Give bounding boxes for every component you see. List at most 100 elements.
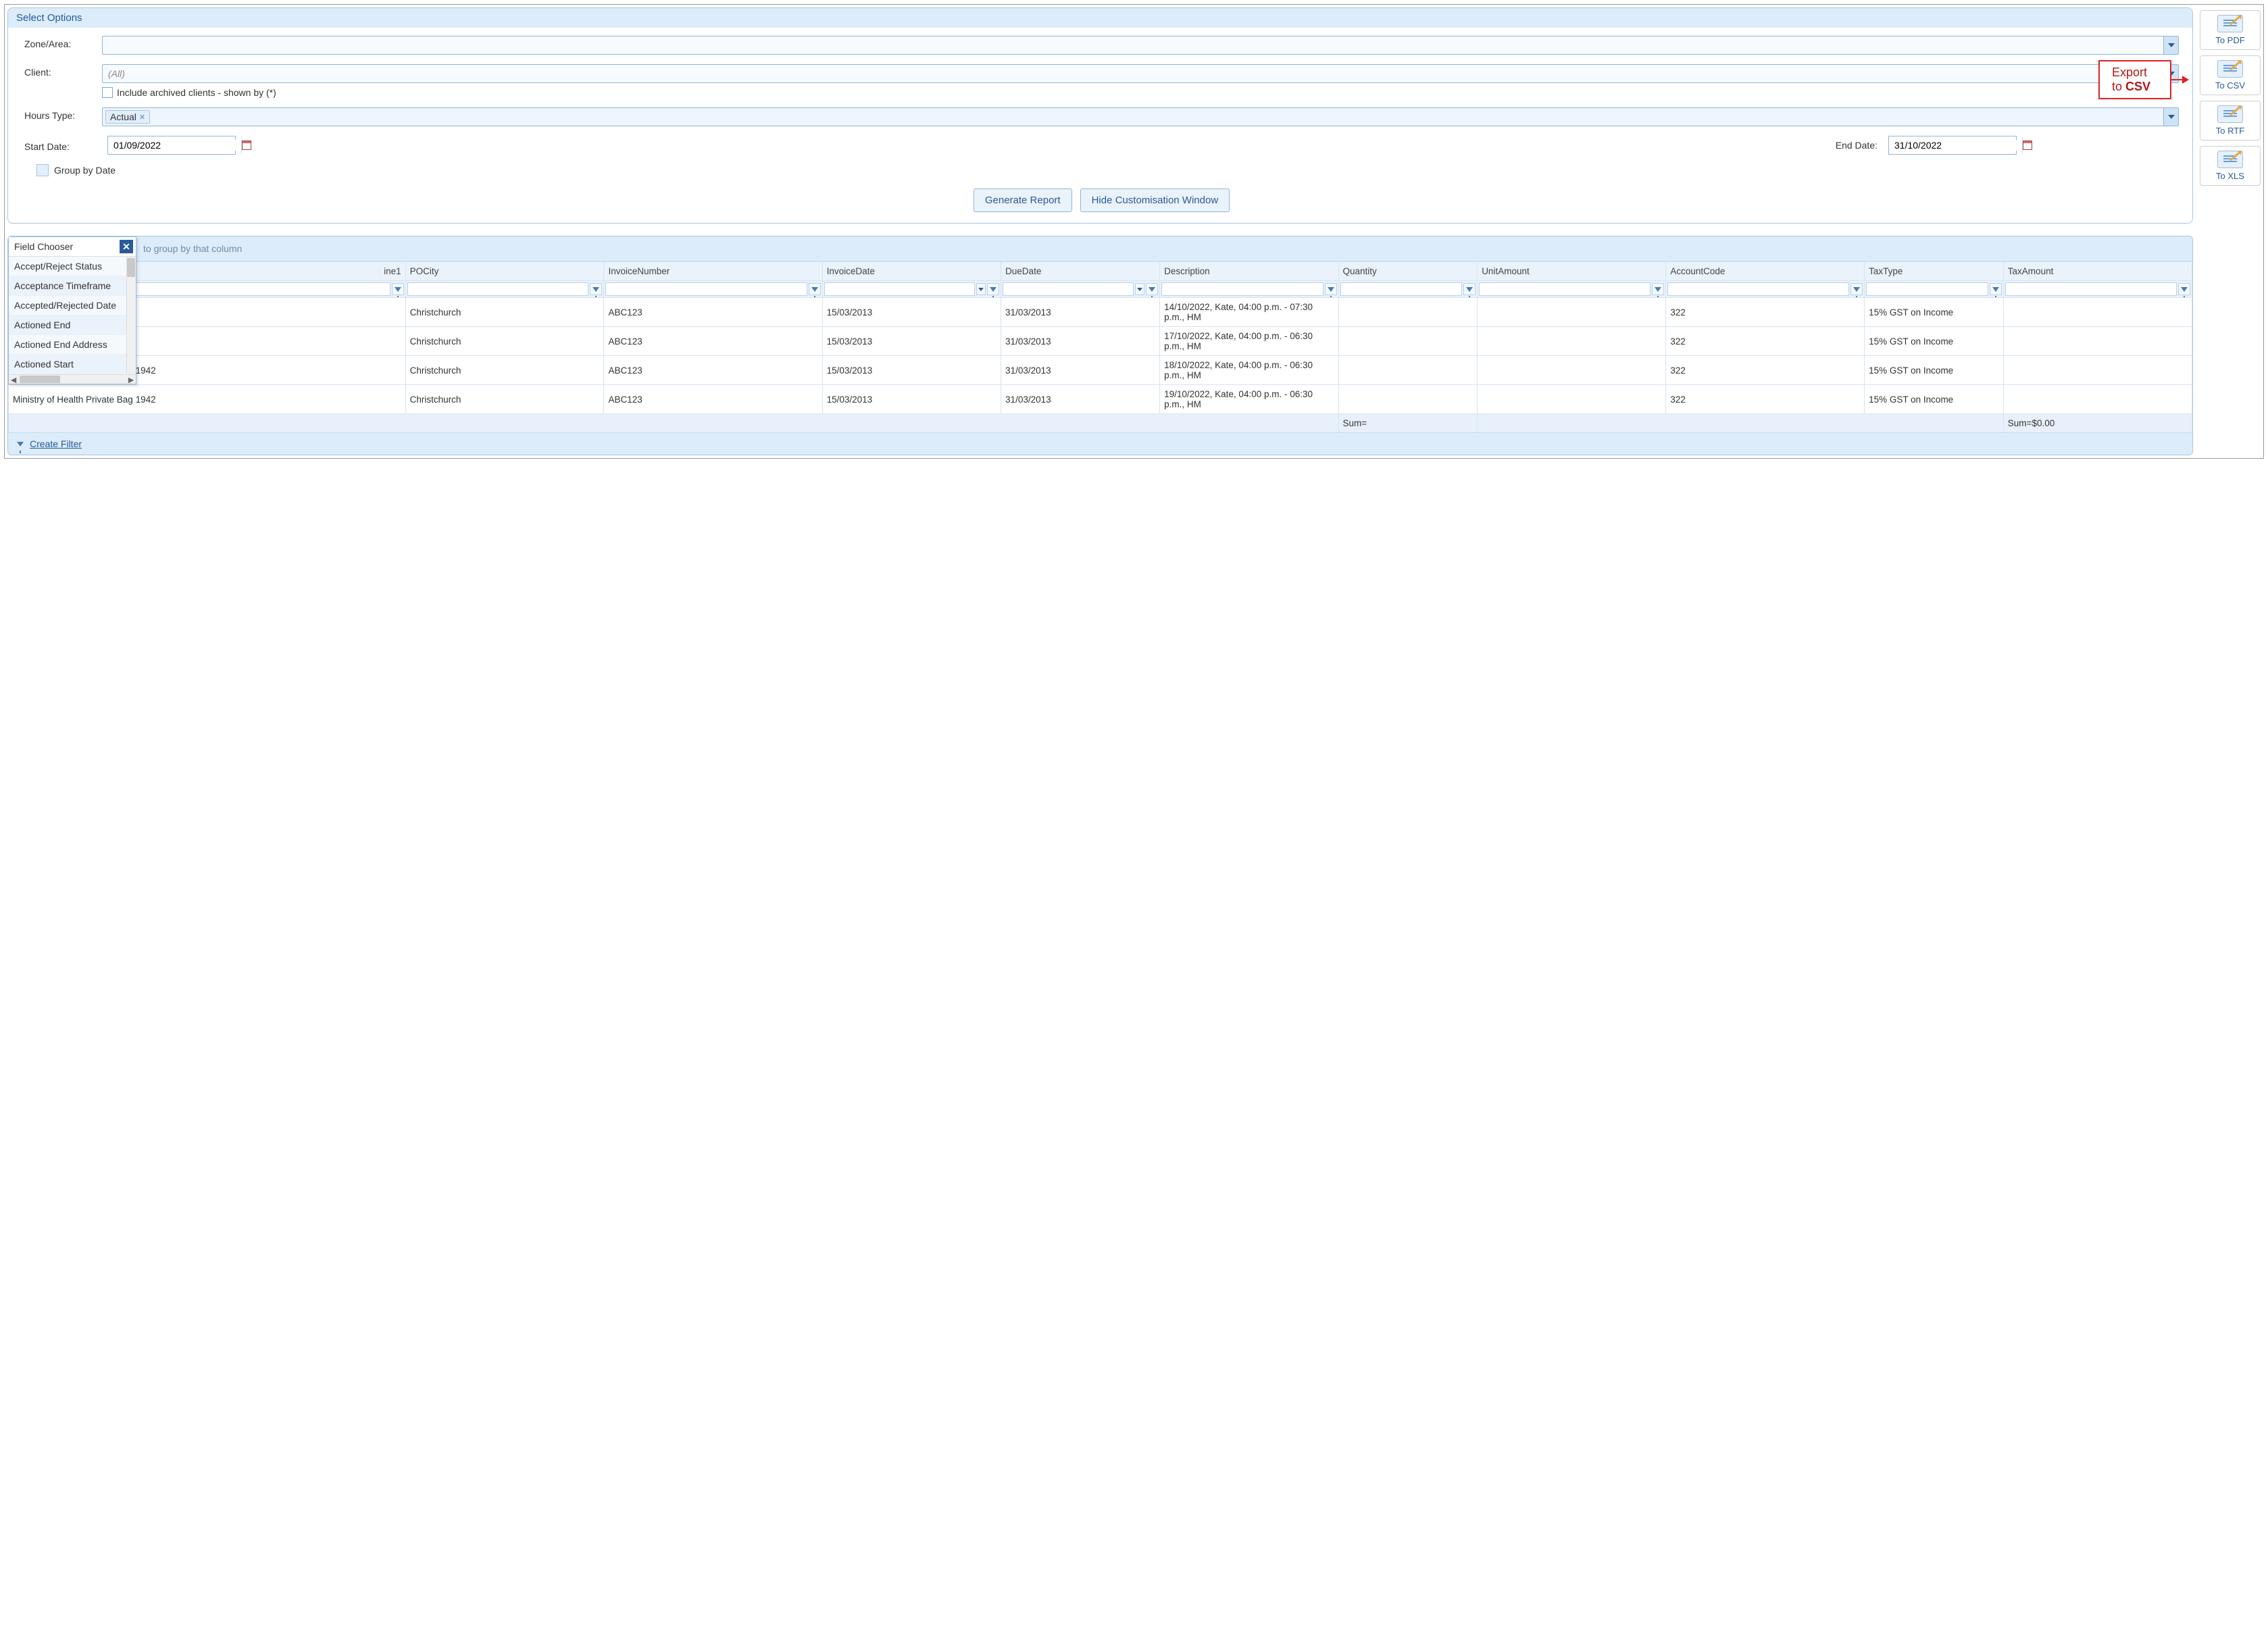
- column-header[interactable]: InvoiceNumber: [604, 262, 822, 281]
- filter-icon[interactable]: [1146, 283, 1158, 295]
- create-filter-link[interactable]: Create Filter: [30, 438, 82, 449]
- generate-report-button[interactable]: Generate Report: [974, 188, 1072, 212]
- client-combo[interactable]: (All) Export to CSV: [102, 64, 2179, 83]
- filter-icon[interactable]: [1990, 283, 2002, 295]
- filter-input[interactable]: [2005, 282, 2177, 296]
- field-chooser-item[interactable]: Accepted/Rejected Date: [9, 296, 136, 315]
- table-cell: 15% GST on Income: [1865, 327, 2004, 356]
- calendar-icon[interactable]: [241, 136, 251, 154]
- field-chooser-list[interactable]: Accept/Reject Status Acceptance Timefram…: [9, 257, 136, 374]
- remove-tag-icon[interactable]: ✕: [139, 113, 145, 122]
- column-header[interactable]: UnitAmount: [1478, 262, 1666, 281]
- filter-icon[interactable]: [392, 283, 404, 295]
- export-xls-button[interactable]: To XLS: [2200, 146, 2261, 186]
- filter-input[interactable]: [1866, 282, 1988, 296]
- field-chooser-item[interactable]: Actioned End Address: [9, 335, 136, 355]
- chevron-down-icon[interactable]: [976, 283, 986, 295]
- column-header[interactable]: AccountCode: [1666, 262, 1865, 281]
- column-header[interactable]: POCity: [405, 262, 604, 281]
- chevron-down-icon[interactable]: [2163, 108, 2178, 126]
- chevron-down-icon[interactable]: [2163, 36, 2178, 54]
- hide-customisation-button[interactable]: Hide Customisation Window: [1080, 188, 1230, 212]
- table-row[interactable]: Health 1942ChristchurchABC12315/03/20133…: [9, 327, 2192, 356]
- filter-input[interactable]: [1479, 282, 1650, 296]
- export-rtf-button[interactable]: To RTF: [2200, 101, 2261, 141]
- filter-icon[interactable]: [809, 283, 821, 295]
- include-archived-checkbox[interactable]: [102, 87, 113, 98]
- column-header[interactable]: TaxAmount: [2003, 262, 2192, 281]
- end-date-input[interactable]: [1888, 136, 2017, 155]
- export-sidebar: To PDF To CSV To RTF To XLS: [2200, 7, 2261, 186]
- group-panel[interactable]: to group by that column: [8, 236, 2192, 261]
- table-cell: Christchurch: [405, 298, 604, 327]
- table-row[interactable]: Ministry of Health Private Bag 1942Chris…: [9, 356, 2192, 385]
- table-cell: 31/03/2013: [1001, 385, 1160, 414]
- end-date-label: End Date:: [1836, 140, 1878, 151]
- table-cell: 18/10/2022, Kate, 04:00 p.m. - 06:30 p.m…: [1160, 356, 1338, 385]
- hours-combo[interactable]: Actual ✕: [102, 107, 2179, 126]
- table-cell: 31/03/2013: [1001, 298, 1160, 327]
- table-cell: [1338, 356, 1478, 385]
- filter-icon[interactable]: [1463, 283, 1476, 295]
- scrollbar-horizontal[interactable]: ◄ ►: [9, 374, 136, 384]
- sum-quantity: Sum=: [1338, 414, 1478, 433]
- table-cell: 322: [1666, 298, 1865, 327]
- group-by-date-checkbox[interactable]: [36, 164, 49, 176]
- filter-icon[interactable]: [1652, 283, 1664, 295]
- filter-icon[interactable]: [987, 283, 999, 295]
- table-cell: 15/03/2013: [822, 298, 1001, 327]
- hours-label: Hours Type:: [24, 107, 102, 121]
- column-header-row: ine1 POCity InvoiceNumber InvoiceDate Du…: [9, 262, 2192, 281]
- document-pencil-icon: [2217, 60, 2243, 78]
- options-panel: Select Options Zone/Area: Client: (All): [7, 7, 2193, 224]
- table-row[interactable]: Ministry of Health Private Bag 1942Chris…: [9, 385, 2192, 414]
- field-chooser-item[interactable]: Accept/Reject Status: [9, 257, 136, 276]
- summary-row: Sum= Sum=$0.00: [9, 414, 2192, 433]
- filter-icon[interactable]: [2178, 283, 2190, 295]
- start-date-input[interactable]: [107, 136, 236, 155]
- scrollbar-vertical[interactable]: [126, 257, 136, 374]
- filter-input[interactable]: [605, 282, 807, 296]
- filter-input[interactable]: [1003, 282, 1134, 296]
- field-chooser-popup[interactable]: Field Chooser ✕ Accept/Reject Status Acc…: [8, 236, 136, 384]
- table-cell: ABC123: [604, 356, 822, 385]
- table-cell: 15% GST on Income: [1865, 385, 2004, 414]
- field-chooser-item[interactable]: Actioned Start: [9, 355, 136, 374]
- chevron-left-icon[interactable]: ◄: [9, 375, 18, 384]
- chevron-right-icon[interactable]: ►: [126, 375, 136, 384]
- table-cell: [1338, 298, 1478, 327]
- field-chooser-item[interactable]: Actioned End: [9, 315, 136, 335]
- column-header[interactable]: InvoiceDate: [822, 262, 1001, 281]
- zone-combo[interactable]: [102, 36, 2179, 55]
- table-cell: [2003, 327, 2192, 356]
- table-cell: 17/10/2022, Kate, 04:00 p.m. - 06:30 p.m…: [1160, 327, 1338, 356]
- filter-input[interactable]: [407, 282, 589, 296]
- column-header[interactable]: TaxType: [1865, 262, 2004, 281]
- field-chooser-item[interactable]: Acceptance Timeframe: [9, 276, 136, 296]
- export-pdf-button[interactable]: To PDF: [2200, 10, 2261, 50]
- column-header[interactable]: Description: [1160, 262, 1338, 281]
- filter-icon[interactable]: [1325, 283, 1337, 295]
- table-cell: ABC123: [604, 327, 822, 356]
- field-chooser-title: Field Chooser: [14, 241, 73, 252]
- chevron-down-icon[interactable]: [1135, 283, 1144, 295]
- close-icon[interactable]: ✕: [120, 240, 133, 253]
- calendar-icon[interactable]: [2022, 136, 2032, 154]
- column-header[interactable]: DueDate: [1001, 262, 1160, 281]
- filter-input[interactable]: [1667, 282, 1849, 296]
- document-pencil-icon: [2217, 105, 2243, 123]
- export-csv-button[interactable]: To CSV: [2200, 55, 2261, 95]
- column-header[interactable]: Quantity: [1338, 262, 1478, 281]
- data-grid: Field Chooser ✕ Accept/Reject Status Acc…: [7, 236, 2193, 455]
- document-pencil-icon: [2217, 151, 2243, 168]
- filter-input[interactable]: [824, 282, 975, 296]
- table-cell: Christchurch: [405, 385, 604, 414]
- filter-icon[interactable]: [1850, 283, 1863, 295]
- hours-tag[interactable]: Actual ✕: [105, 110, 150, 124]
- table-row[interactable]: ChristchurchABC12315/03/201331/03/201314…: [9, 298, 2192, 327]
- table-cell: Christchurch: [405, 356, 604, 385]
- table-cell: [2003, 298, 2192, 327]
- filter-input[interactable]: [1161, 282, 1323, 296]
- filter-icon[interactable]: [590, 283, 602, 295]
- filter-input[interactable]: [1340, 282, 1463, 296]
